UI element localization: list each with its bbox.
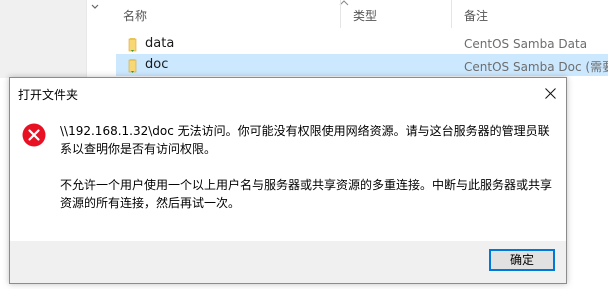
chevron-down-icon[interactable] [90, 2, 100, 12]
column-separator[interactable] [340, 0, 341, 28]
file-row-doc[interactable]: doc CentOS Samba Doc (需要 [116, 54, 608, 76]
ok-button[interactable]: 确定 [489, 249, 555, 271]
column-header-row: 名称 类型 备注 [110, 0, 608, 28]
open-folder-error-dialog: 打开文件夹 \\192.168.1.32\doc 无法访问。你可能没有权限使用网… [9, 77, 567, 284]
dialog-title: 打开文件夹 [18, 88, 79, 102]
close-button[interactable] [536, 78, 566, 109]
dialog-footer: 确定 [10, 241, 566, 283]
dialog-titlebar[interactable]: 打开文件夹 [10, 78, 566, 109]
file-name: data [145, 36, 175, 51]
column-header-name[interactable]: 名称 [123, 7, 147, 24]
file-note: CentOS Samba Data [464, 37, 588, 51]
column-header-type[interactable]: 类型 [353, 7, 377, 24]
column-separator[interactable] [451, 0, 452, 28]
error-message-main: \\192.168.1.32\doc 无法访问。你可能没有权限使用网络资源。请与… [60, 124, 550, 156]
error-icon [22, 123, 46, 147]
file-row-data[interactable]: data CentOS Samba Data [116, 33, 608, 55]
folder-icon [128, 38, 137, 52]
folder-icon [128, 59, 137, 73]
error-message-detail: 不允许一个用户使用一个以上用户名与服务器或共享资源的多重连接。中断与此服务器或共… [60, 178, 553, 210]
close-icon [545, 88, 556, 99]
column-header-note[interactable]: 备注 [464, 7, 488, 24]
file-name: doc [145, 57, 169, 72]
navigation-pane [0, 0, 86, 78]
file-note: CentOS Samba Doc (需要 [464, 60, 608, 74]
